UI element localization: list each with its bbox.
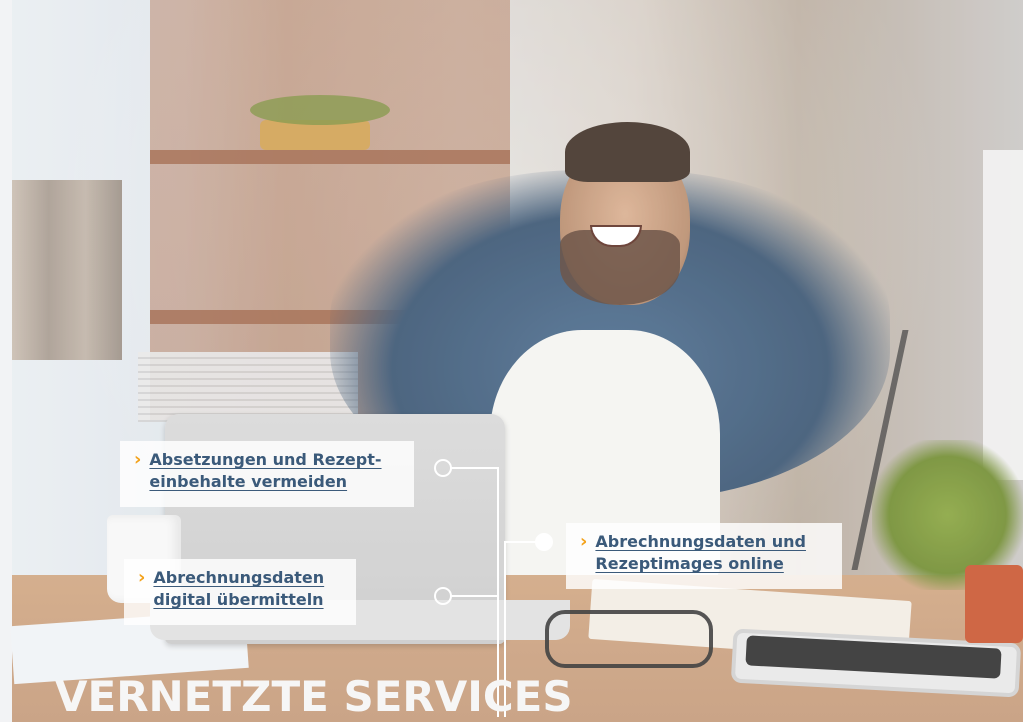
- white-wall: [0, 0, 12, 722]
- callout-absetzungen[interactable]: › Absetzungen und Rezept- einbehalte ver…: [120, 441, 414, 507]
- callout-abrechnungsdaten-online[interactable]: › Abrechnungsdaten und Rezeptimages onli…: [566, 523, 842, 589]
- paper-stack: [138, 352, 358, 422]
- callout-abrechnungsdaten-digital[interactable]: › Abrechnungsdaten digital übermitteln: [124, 559, 356, 625]
- shelf-board: [150, 150, 510, 164]
- hero-image: › Absetzungen und Rezept- einbehalte ver…: [0, 0, 1023, 722]
- connector-line: [450, 595, 498, 597]
- plant-pot: [965, 565, 1023, 643]
- circle-node-icon: [434, 459, 452, 477]
- chevron-right-icon: ›: [580, 531, 588, 552]
- binders: [12, 180, 122, 360]
- page-title: VERNETZTE SERVICES: [55, 672, 573, 721]
- glasses: [545, 610, 713, 668]
- chevron-right-icon: ›: [138, 567, 146, 588]
- connector-line: [450, 467, 498, 469]
- callout-label: Absetzungen und Rezept- einbehalte verme…: [149, 450, 382, 491]
- circle-node-icon: [535, 533, 553, 551]
- callout-label: Abrechnungsdaten und Rezeptimages online: [595, 532, 806, 573]
- chevron-right-icon: ›: [134, 449, 142, 470]
- callout-label: Abrechnungsdaten digital übermitteln: [153, 568, 325, 609]
- circle-node-icon: [434, 587, 452, 605]
- shelf-plants: [250, 95, 390, 125]
- man-hair: [565, 122, 690, 182]
